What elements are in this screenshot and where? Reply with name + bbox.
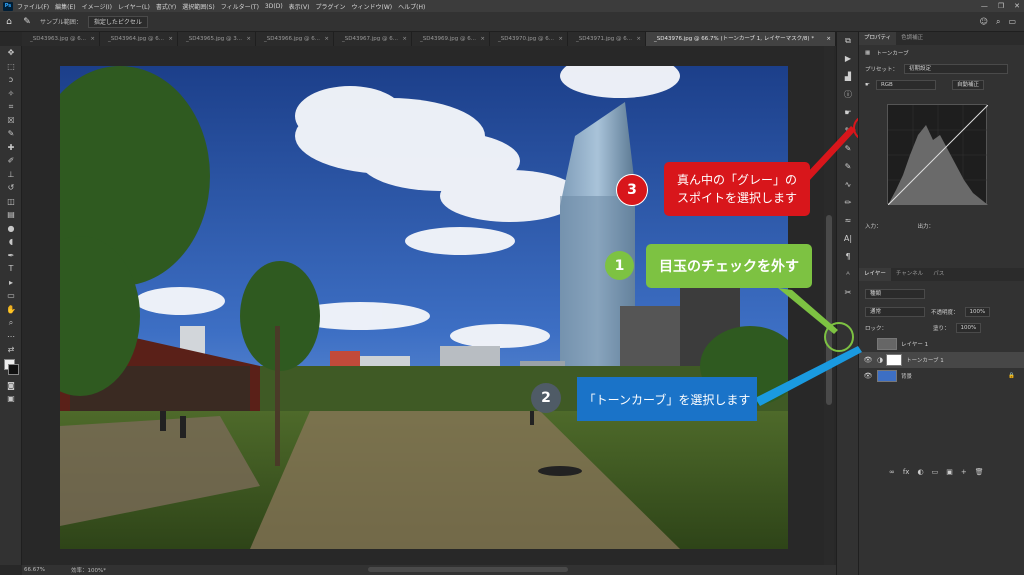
step-3-line1: 真ん中の「グレー」の [676, 173, 797, 187]
step-3-line2: スポイトを選択します [676, 191, 797, 205]
annotation-pointers [755, 126, 862, 406]
step-1-callout: 目玉のチェックを外す [646, 244, 812, 288]
step-2-number: 2 [531, 383, 561, 413]
step-2-callout: 「トーンカーブ」を選択します [577, 377, 757, 421]
step-3-callout: 真ん中の「グレー」の スポイトを選択します [664, 162, 810, 216]
step-1-number: 1 [605, 251, 634, 280]
step-3-number: 3 [616, 174, 648, 206]
